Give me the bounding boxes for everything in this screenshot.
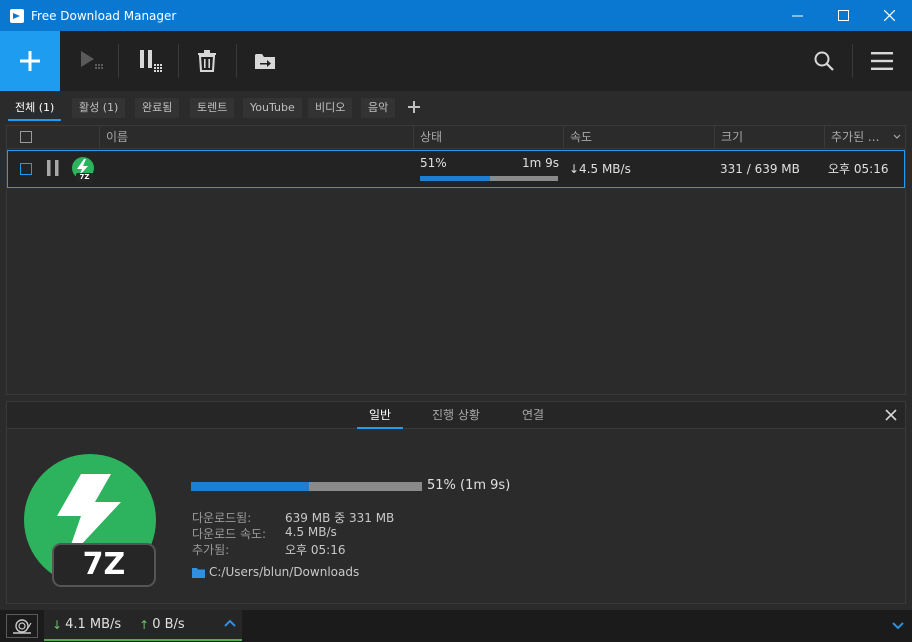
row-eta: 1m 9s [522, 156, 560, 170]
large-file-type-label: 7Z [82, 547, 126, 582]
tab-general[interactable]: 일반 [357, 402, 403, 429]
details-panel: 일반 진행 상황 연결 7Z 51% (1m 9s) 다운로드됨: 639 MB… [6, 401, 906, 604]
download-speed-total: ↓ 4.1 MB/s [52, 617, 121, 632]
details-progress-fill [191, 482, 309, 491]
plus-icon [20, 51, 40, 71]
row-speed: ↓4.5 MB/s [569, 162, 631, 176]
pause-icon [47, 160, 59, 176]
save-path-text: C:/Users/blun/Downloads [209, 565, 360, 579]
upload-speed-total: ↑ 0 B/s [139, 617, 185, 632]
download-row[interactable]: 7Z 51% 1m 9s ↓4.5 MB/s 331 / 639 MB 오후 0… [7, 150, 905, 188]
row-progress-fill [420, 176, 491, 181]
hamburger-menu-icon [871, 52, 893, 70]
tab-torrents[interactable]: 토렌트 [190, 98, 235, 118]
large-file-icon: 7Z [23, 454, 157, 588]
details-progress-bar [191, 482, 422, 491]
file-type-label: 7Z [79, 173, 90, 181]
maximize-button[interactable] [820, 0, 866, 31]
column-speed[interactable]: 속도 [563, 126, 714, 148]
add-tag-button[interactable] [405, 97, 423, 117]
arrow-up-icon: ↑ [139, 617, 150, 632]
move-to-folder-button[interactable] [237, 31, 293, 91]
tab-completed[interactable]: 완료됨 [135, 98, 180, 118]
add-download-button[interactable] [0, 31, 60, 91]
download-speed-label: 다운로드 속도: [192, 527, 267, 541]
trash-icon [198, 50, 216, 72]
list-header: 이름 상태 속도 크기 추가된 ... [7, 126, 905, 149]
minimize-icon [791, 15, 803, 17]
minimize-button[interactable] [774, 0, 820, 31]
pause-icon [140, 50, 162, 72]
sort-chevron-icon [893, 134, 901, 139]
download-speed-value: 4.5 MB/s [285, 525, 337, 539]
chevron-down-icon[interactable] [892, 622, 904, 630]
tab-progress[interactable]: 진행 상황 [421, 402, 491, 428]
title-bar: Free Download Manager [0, 0, 912, 31]
tab-connections[interactable]: 연결 [511, 402, 555, 428]
maximize-icon [837, 10, 849, 21]
download-list: 이름 상태 속도 크기 추가된 ... 7Z 51% 1m 9s ↓4.5 MB… [6, 125, 906, 395]
tab-youtube[interactable]: YouTube [243, 98, 302, 118]
chevron-up-icon [224, 619, 236, 627]
search-icon [814, 51, 834, 71]
select-all-checkbox[interactable] [20, 131, 32, 143]
toolbar [0, 31, 912, 91]
folder-move-icon [255, 54, 275, 69]
snail-icon [13, 619, 32, 634]
column-name[interactable]: 이름 [99, 126, 414, 148]
file-type-icon: 7Z [71, 157, 97, 183]
row-size: 331 / 639 MB [720, 162, 800, 176]
status-bar: ↓ 4.1 MB/s ↑ 0 B/s [0, 610, 912, 642]
play-icon [81, 51, 103, 69]
search-button[interactable] [796, 31, 852, 91]
delete-button[interactable] [179, 31, 235, 91]
row-progress-percent: 51% [420, 156, 447, 170]
filter-tabs: 전체 (1) 활성 (1) 완료됨 토렌트 YouTube 비디오 음악 [0, 91, 912, 125]
upload-speed-total-value: 0 B/s [152, 617, 185, 632]
folder-icon [192, 567, 205, 578]
column-added-label: 추가된 ... [831, 130, 880, 144]
toolbar-separator [852, 44, 853, 78]
row-checkbox[interactable] [20, 163, 32, 175]
tab-active[interactable]: 활성 (1) [72, 98, 126, 118]
column-size[interactable]: 크기 [714, 126, 824, 148]
close-icon [883, 10, 895, 21]
app-logo-icon [10, 8, 24, 23]
details-tabs: 일반 진행 상황 연결 [7, 402, 905, 429]
tab-music[interactable]: 음악 [361, 98, 396, 118]
downloaded-label: 다운로드됨: [192, 511, 252, 525]
column-added[interactable]: 추가된 ... [824, 126, 905, 148]
speed-summary[interactable]: ↓ 4.1 MB/s ↑ 0 B/s [44, 610, 242, 641]
added-value: 오후 05:16 [285, 543, 346, 557]
speed-limit-toggle[interactable] [6, 614, 38, 638]
close-details-button[interactable] [883, 407, 899, 423]
close-icon [885, 409, 897, 421]
row-file-name [108, 151, 408, 187]
pause-button[interactable] [124, 31, 180, 91]
tab-all[interactable]: 전체 (1) [8, 98, 62, 121]
plus-icon [408, 101, 420, 113]
downloaded-value: 639 MB 중 331 MB [285, 511, 395, 525]
row-pause-button[interactable] [46, 159, 60, 177]
added-label: 추가됨: [192, 543, 230, 557]
resume-button[interactable] [64, 31, 120, 91]
row-progress-bar [420, 176, 558, 181]
toolbar-separator [118, 44, 119, 78]
tab-video[interactable]: 비디오 [308, 98, 353, 118]
row-added-time: 오후 05:16 [828, 162, 889, 176]
main-menu-button[interactable] [854, 31, 910, 91]
close-window-button[interactable] [866, 0, 912, 31]
column-status[interactable]: 상태 [413, 126, 563, 148]
details-progress-label: 51% (1m 9s) [427, 478, 511, 493]
window-title: Free Download Manager [31, 8, 177, 23]
download-speed-total-value: 4.1 MB/s [65, 617, 122, 632]
arrow-down-icon: ↓ [52, 617, 63, 632]
save-path-link[interactable]: C:/Users/blun/Downloads [192, 565, 359, 579]
